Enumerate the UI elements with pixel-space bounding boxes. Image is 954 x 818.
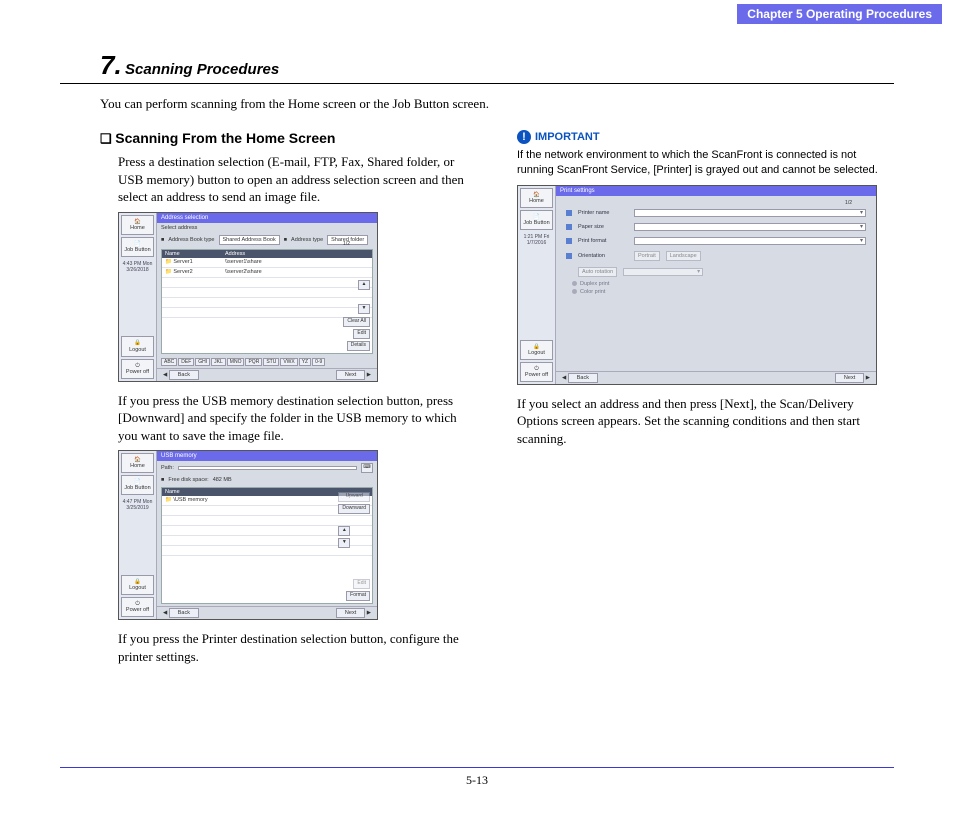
mock1-next: Next [336,370,365,380]
right-p1: If you select an address and then press … [517,395,894,448]
dd-paper [634,223,866,231]
chapter-header: Chapter 5 Operating Procedures [737,4,942,24]
important-label: IMPORTANT [535,131,600,143]
btn-clear-all: Clear All [343,317,370,327]
section-title: Scanning Procedures [125,61,279,78]
mock1-count: 1/2 [343,241,350,247]
mock2-th-name: Name [165,489,225,495]
mock1-th-address: Address [225,251,245,257]
sb-logout: 🔒Logout [121,336,154,356]
usb-memory-screenshot: 🏠Home 📄Job Button 4:47 PM Mon 3/25/2019 … [118,450,378,620]
btn-edit2: Edit [353,579,370,589]
dd-format [634,237,866,245]
btn-downward: Downward [338,504,370,514]
sb3-job: 📄Job Button [520,210,553,230]
mock2-path-input [178,466,357,470]
mock3-next: Next [835,373,864,383]
mock1-back: Back [169,370,199,380]
sb-home: 🏠Home [121,215,154,235]
btn-edit: Edit [353,329,370,339]
sb-time: 4:43 PM Mon 3/26/2018 [121,259,154,275]
btn-portrait: Portrait [634,251,660,261]
important-text: If the network environment to which the … [517,148,894,179]
section-number: 7. [60,50,122,80]
mock2-next: Next [336,608,365,618]
btn-upward: Upward [338,492,370,502]
scroll-down-icon: ▼ [358,304,370,314]
sb-power: ⏻Power off [121,359,154,379]
mock1-ab-type-label: Address Book type [168,237,214,243]
mock3-back: Back [568,373,598,383]
row-paper: Paper size [578,224,628,230]
keyboard-icon: ⌨ [361,463,373,473]
sb3-time: 1:21 PM Fri 1/7/2016 [520,232,553,248]
sb2-power: ⏻Power off [121,597,154,617]
mock1-th-name: Name [165,251,225,257]
mock2-path-label: Path: [161,465,174,471]
mock1-ab-type-value: Shared Address Book [219,235,280,245]
row-format: Print format [578,238,628,244]
btn-details: Details [347,341,370,351]
mock1-r0-name: Server1 [173,259,192,265]
sb2-job: 📄Job Button [121,475,154,495]
mock1-select-address: Select address [161,225,197,231]
section-heading: 7. Scanning Procedures [60,50,894,84]
mock2-back: Back [169,608,199,618]
row-orientation: Orientation [578,253,628,259]
sb3-home: 🏠Home [520,188,553,208]
sb2-time: 4:47 PM Mon 3/25/2019 [121,497,154,513]
address-selection-screenshot: 🏠Home 📄Job Button 4:43 PM Mon 3/26/2018 … [118,212,378,382]
sb2-logout: 🔒Logout [121,575,154,595]
mock2-free-label: Free disk space: [168,477,208,483]
sb-job: 📄Job Button [121,237,154,257]
row-duplex: Duplex print [580,281,609,287]
left-p2: If you press the USB memory destination … [118,392,477,445]
dd-copies [623,268,703,276]
row-color: Color print [580,289,605,295]
scroll-down2-icon: ▼ [338,538,350,548]
mock1-r1-addr: \\server2\share [225,269,262,276]
alpha-row: ABCDEFGHIJKLMNOPQRSTUVWXYZ0-9 [157,356,377,368]
sb2-home: 🏠Home [121,453,154,473]
mock2-free-value: 482 MB [213,477,232,483]
left-p3: If you press the Printer destination sel… [118,630,477,665]
mock1-title: Address selection [157,213,377,223]
row-printer: Printer name [578,210,628,216]
scroll-up-icon: ▲ [358,280,370,290]
page-number: 5-13 [0,773,954,788]
sb3-logout: 🔒Logout [520,340,553,360]
mock1-addr-type-label: Address type [291,237,323,243]
btn-landscape: Landscape [666,251,701,261]
mock1-r1-name: Server2 [173,269,192,275]
scroll-up2-icon: ▲ [338,526,350,536]
btn-format: Format [346,591,370,601]
subheading-scanning-home: Scanning From the Home Screen [100,130,477,147]
print-settings-screenshot: 🏠Home 📄Job Button 1:21 PM Fri 1/7/2016 🔒… [517,185,877,385]
left-p1: Press a destination selection (E-mail, F… [118,153,477,206]
intro-text: You can perform scanning from the Home s… [100,96,894,112]
mock2-title: USB memory [157,451,377,461]
important-icon: ! [517,130,531,144]
mock1-r0-addr: \\server1\share [225,259,262,266]
dd-printer [634,209,866,217]
sb3-power: ⏻Power off [520,362,553,382]
mock3-title: Print settings [556,186,876,196]
mock2-r0: \USB memory [173,497,207,503]
btn-auto-rotation: Auto rotation [578,267,617,277]
footer-rule [60,767,894,768]
